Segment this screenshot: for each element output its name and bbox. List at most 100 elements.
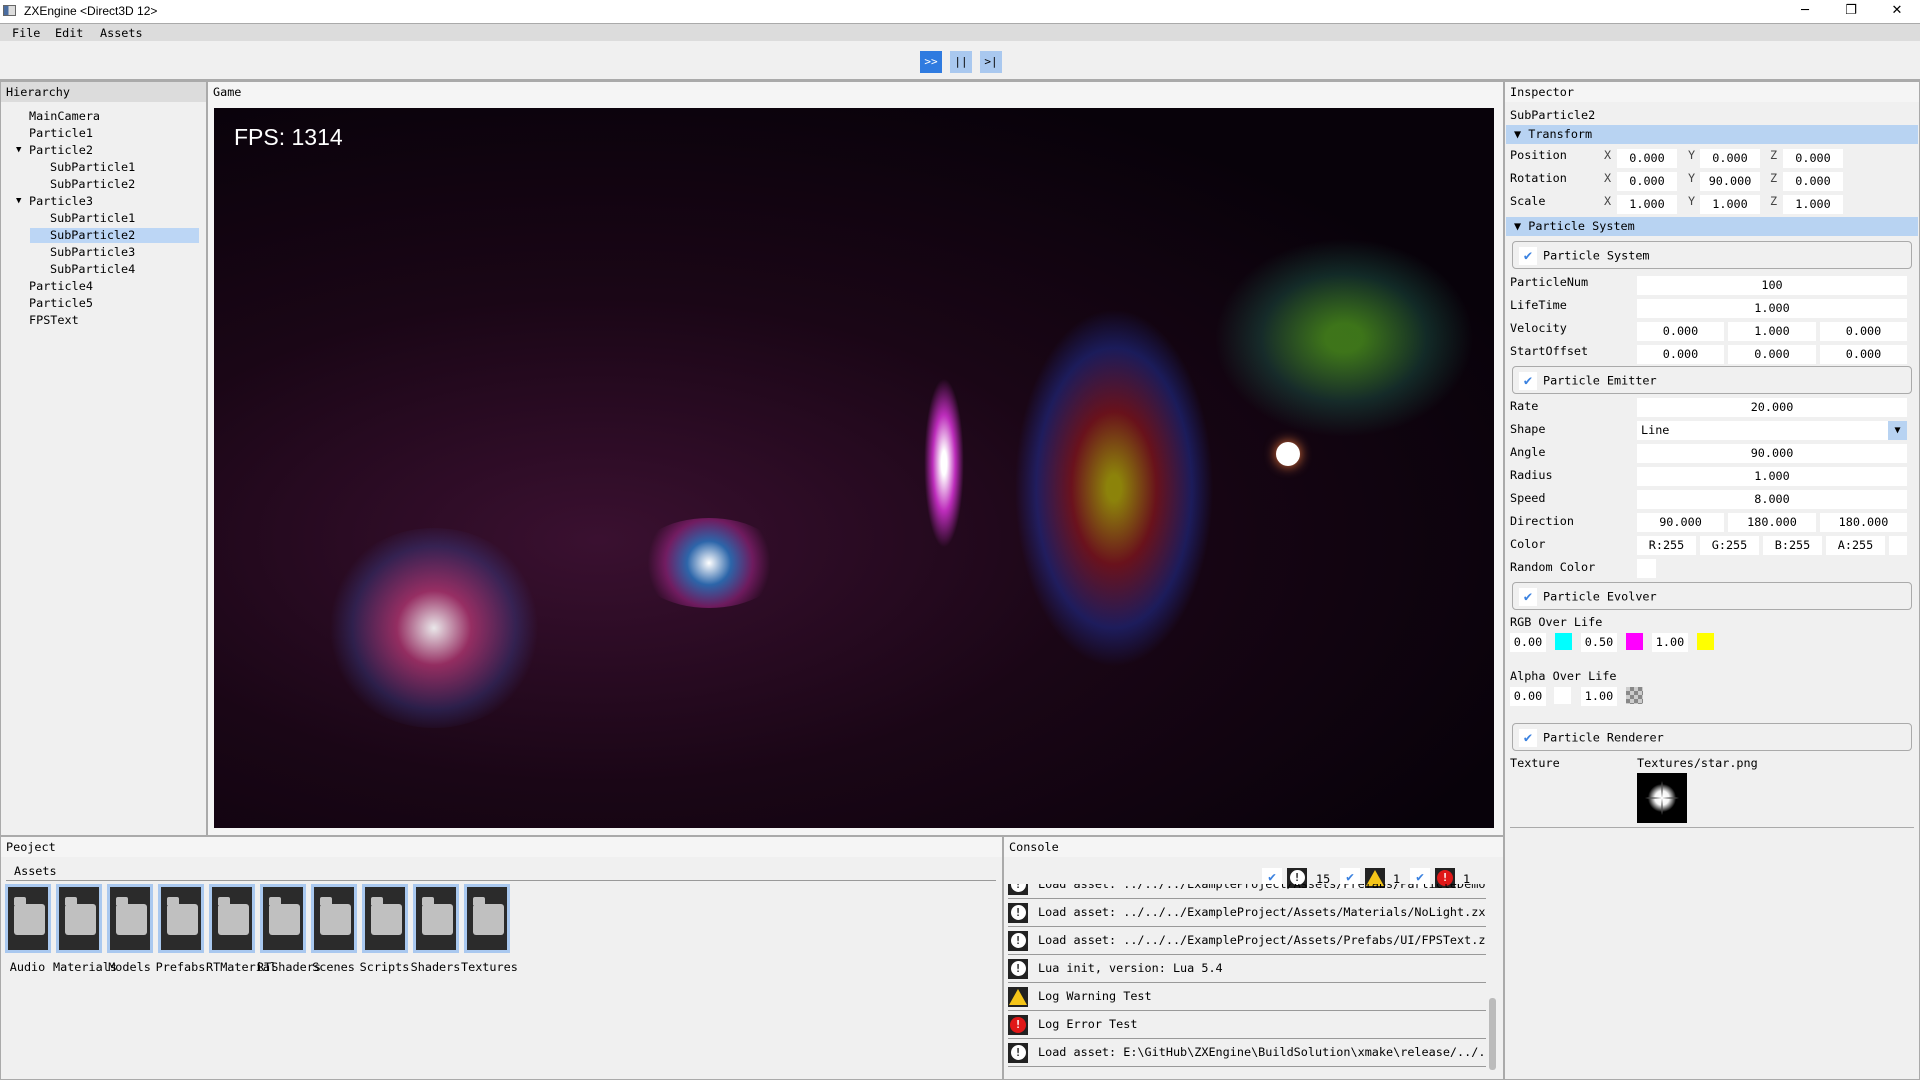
maximize-button[interactable]: ❐ [1828, 0, 1874, 23]
checkmark-icon[interactable]: ✔ [1519, 588, 1537, 606]
chevron-down-icon[interactable]: ▼ [1888, 421, 1907, 440]
menu-edit[interactable]: Edit [55, 26, 83, 40]
field-value[interactable]: 0.000 [1637, 345, 1724, 364]
hierarchy-item[interactable]: SubParticle1 [50, 160, 135, 175]
transform-value-field[interactable]: 0.000 [1783, 149, 1843, 168]
texture-preview[interactable] [1637, 773, 1687, 823]
field-value[interactable]: 0.000 [1637, 322, 1724, 341]
rgb-key-time[interactable]: 1.00 [1652, 633, 1688, 652]
log-entry[interactable]: Log Warning Test [1008, 983, 1486, 1011]
log-entry[interactable]: ! Load asset: E:\GitHub\ZXEngine\BuildSol… [1008, 1039, 1486, 1067]
step-button[interactable]: >| [980, 51, 1002, 73]
field-value[interactable]: 1.000 [1637, 299, 1907, 318]
console-scrollbar[interactable] [1489, 998, 1496, 1070]
game-viewport[interactable]: FPS: 1314 [214, 108, 1494, 828]
particle-system-section[interactable]: ✔ Particle System [1512, 241, 1912, 269]
hierarchy-item[interactable]: Particle2 [29, 143, 93, 158]
hierarchy-item[interactable]: SubParticle2 [50, 228, 135, 243]
console-log-list[interactable]: ! Load asset: ../../../ExampleProject/Ass… [1005, 884, 1490, 1076]
transform-value-field[interactable]: 1.000 [1617, 195, 1677, 214]
folder-label[interactable]: Models [104, 960, 155, 974]
alpha-key-swatch[interactable] [1554, 687, 1571, 704]
direction-x-field[interactable]: 90.000 [1637, 513, 1724, 532]
radius-field[interactable]: 1.000 [1637, 467, 1907, 486]
angle-field[interactable]: 90.000 [1637, 444, 1907, 463]
expand-arrow-icon[interactable]: ▼ [16, 196, 21, 206]
menu-file[interactable]: File [12, 26, 40, 40]
particle-system-header[interactable]: ▼ Particle System [1506, 217, 1918, 236]
field-value[interactable]: 1.000 [1728, 322, 1816, 341]
color-swatch[interactable] [1889, 536, 1907, 555]
field-value[interactable]: 0.000 [1820, 322, 1907, 341]
log-entry[interactable]: ! Load asset: ../../../ExampleProject/Ass… [1008, 884, 1486, 899]
folder-icon[interactable] [107, 884, 153, 953]
particle-renderer-section[interactable]: ✔ Particle Renderer [1512, 723, 1912, 751]
folder-label[interactable]: Audio [2, 960, 53, 974]
transform-value-field[interactable]: 1.000 [1783, 195, 1843, 214]
folder-label[interactable]: Materials [53, 960, 117, 974]
rgb-key-time[interactable]: 0.00 [1510, 633, 1546, 652]
checkmark-icon[interactable]: ✔ [1519, 247, 1537, 265]
transform-value-field[interactable]: 0.000 [1617, 172, 1677, 191]
direction-y-field[interactable]: 180.000 [1728, 513, 1816, 532]
hierarchy-item[interactable]: MainCamera [29, 109, 100, 124]
folder-label[interactable]: Scenes [308, 960, 359, 974]
folder-icon[interactable] [158, 884, 204, 953]
folder-label[interactable]: RTMaterial [206, 960, 277, 974]
field-value[interactable]: 100 [1637, 276, 1907, 295]
transform-value-field[interactable]: 1.000 [1700, 195, 1760, 214]
hierarchy-item[interactable]: Particle1 [29, 126, 93, 141]
color-g-field[interactable]: G:255 [1700, 536, 1759, 555]
folder-label[interactable]: Scripts [359, 960, 410, 974]
folder-label[interactable]: Shaders [410, 960, 461, 974]
field-value[interactable]: 0.000 [1820, 345, 1907, 364]
alpha-key-time[interactable]: 0.00 [1510, 687, 1546, 706]
transform-value-field[interactable]: 90.000 [1700, 172, 1760, 191]
folder-icon[interactable] [413, 884, 459, 953]
rate-field[interactable]: 20.000 [1637, 398, 1907, 417]
color-b-field[interactable]: B:255 [1763, 536, 1822, 555]
transform-value-field[interactable]: 0.000 [1783, 172, 1843, 191]
folder-label[interactable]: RTShaders [257, 960, 321, 974]
speed-field[interactable]: 8.000 [1637, 490, 1907, 509]
folder-icon[interactable] [260, 884, 306, 953]
direction-z-field[interactable]: 180.000 [1820, 513, 1907, 532]
folder-label[interactable]: Prefabs [155, 960, 206, 974]
folder-icon[interactable] [311, 884, 357, 953]
checkmark-icon[interactable]: ✔ [1519, 729, 1537, 747]
log-entry[interactable]: ! Lua init, version: Lua 5.4 [1008, 955, 1486, 983]
play-button[interactable]: >> [920, 51, 942, 73]
folder-label[interactable]: Textures [461, 960, 518, 974]
transform-header[interactable]: ▼ Transform [1506, 125, 1918, 144]
transform-value-field[interactable]: 0.000 [1617, 149, 1677, 168]
menu-assets[interactable]: Assets [100, 26, 143, 40]
minimize-button[interactable]: ─ [1782, 0, 1828, 23]
folder-icon[interactable] [464, 884, 510, 953]
hierarchy-item[interactable]: Particle4 [29, 279, 93, 294]
particle-emitter-section[interactable]: ✔ Particle Emitter [1512, 366, 1912, 394]
transform-value-field[interactable]: 0.000 [1700, 149, 1760, 168]
log-entry[interactable]: ! Load asset: ../../../ExampleProject/Ass… [1008, 899, 1486, 927]
hierarchy-item[interactable]: SubParticle3 [50, 245, 135, 260]
hierarchy-item[interactable]: SubParticle4 [50, 262, 135, 277]
rgb-key-swatch[interactable] [1626, 633, 1643, 650]
log-entry[interactable]: ! Load asset: ../../../ExampleProject/Ass… [1008, 927, 1486, 955]
rgb-key-swatch[interactable] [1697, 633, 1714, 650]
alpha-key-time[interactable]: 1.00 [1581, 687, 1617, 706]
folder-icon[interactable] [362, 884, 408, 953]
hierarchy-item[interactable]: Particle3 [29, 194, 93, 209]
hierarchy-item[interactable]: SubParticle2 [50, 177, 135, 192]
close-button[interactable]: ✕ [1874, 0, 1920, 23]
checkmark-icon[interactable]: ✔ [1519, 372, 1537, 390]
hierarchy-item[interactable]: Particle5 [29, 296, 93, 311]
folder-icon[interactable] [209, 884, 255, 953]
color-a-field[interactable]: A:255 [1826, 536, 1885, 555]
folder-icon[interactable] [5, 884, 51, 953]
random-color-checkbox[interactable] [1637, 559, 1656, 578]
field-value[interactable]: 0.000 [1728, 345, 1816, 364]
shape-dropdown[interactable]: Line ▼ [1637, 421, 1907, 440]
log-entry[interactable]: ! Log Error Test [1008, 1011, 1486, 1039]
hierarchy-item[interactable]: SubParticle1 [50, 211, 135, 226]
color-r-field[interactable]: R:255 [1637, 536, 1696, 555]
assets-breadcrumb[interactable]: Assets [14, 864, 57, 878]
